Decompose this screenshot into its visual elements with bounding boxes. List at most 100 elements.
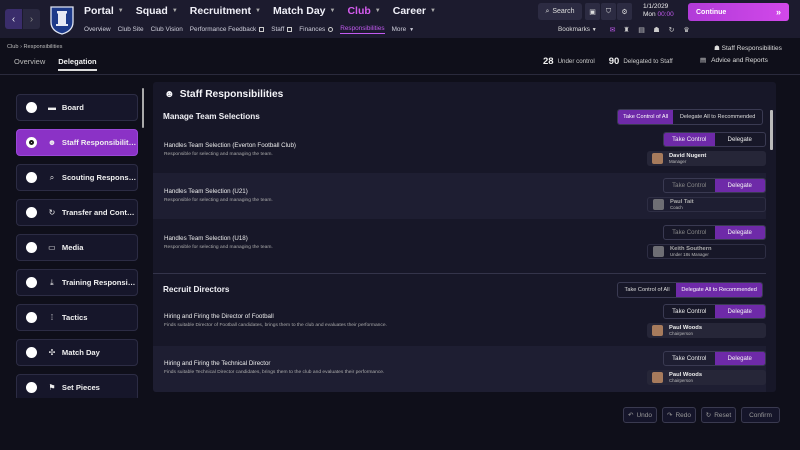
menu-portal[interactable]: Portal ▼ [84, 5, 124, 17]
sidebar-item-scouting[interactable]: ⌕Scouting Responsibilities [16, 164, 138, 191]
tab-delegation[interactable]: Delegation [58, 57, 97, 71]
club-crest-icon[interactable] [47, 4, 77, 35]
reset-button[interactable]: ↻ Reset [701, 407, 736, 423]
breadcrumb-current: Responsibilities [23, 44, 63, 50]
menu-club[interactable]: Club ▼ [347, 5, 380, 17]
tab-overview[interactable]: Overview [14, 57, 45, 71]
chevron-down-icon: ▼ [329, 8, 336, 14]
sidebar-item-tactics[interactable]: ⁞ Tactics [16, 304, 138, 331]
sidebar-item-set-pieces[interactable]: ⚑ Set Pieces [16, 374, 138, 398]
external-link-icon [287, 27, 293, 32]
assigned-person[interactable]: Paul Woods Chairperson [647, 323, 766, 338]
take-control-button[interactable]: Take Control [664, 305, 715, 318]
take-control-button[interactable]: Take Control [664, 226, 715, 239]
take-control-all-button[interactable]: Take Control of All [618, 283, 676, 297]
under-control-count: 28 Under control [543, 56, 595, 67]
menu-career[interactable]: Career ▼ [393, 5, 436, 17]
forward-button[interactable]: › [23, 9, 40, 29]
assigned-person[interactable]: David Nugent Manager [647, 151, 766, 166]
delegate-button[interactable]: Delegate [714, 305, 765, 318]
section-title: Manage Team Selections [163, 112, 260, 121]
sidebar-scrollbar[interactable] [142, 88, 144, 128]
back-button[interactable]: ‹ [5, 9, 22, 29]
undo-button[interactable]: ↶ Undo [623, 407, 657, 423]
radio-button[interactable] [26, 382, 37, 393]
staff-responsibilities-link[interactable]: ☗ Staff Responsibilities [714, 44, 782, 52]
take-control-all-button[interactable]: Take Control of All [618, 110, 674, 124]
submenu-performance-feedback[interactable]: Performance Feedback [190, 25, 265, 34]
chat-icon[interactable]: ✉ [608, 25, 617, 35]
delegation-counts: 28 Under control 90 Delegated to Staff [543, 56, 687, 67]
control-toggle: Take Control Delegate [663, 132, 766, 147]
submenu-finances[interactable]: Finances [299, 25, 334, 34]
take-control-button[interactable]: Take Control [664, 352, 715, 365]
sidebar-item-media[interactable]: ▭ Media [16, 234, 138, 261]
club-button[interactable]: ⛉ [601, 3, 616, 20]
chevron-down-icon: ▼ [171, 8, 178, 14]
sub-menu: Overview Club Site Club Vision Performan… [84, 25, 421, 34]
submenu-responsibilities[interactable]: Responsibilities [340, 25, 385, 34]
table-row: Handles Team Selection (U21) Responsible… [153, 173, 766, 219]
panel-scrollbar[interactable] [770, 110, 773, 150]
radio-button[interactable] [26, 312, 37, 323]
advice-and-reports-button[interactable]: ▤ Advice and Reports [700, 56, 768, 65]
search-button[interactable]: ⌕ Search [538, 3, 582, 20]
confirm-button[interactable]: Confirm [741, 407, 780, 423]
sidebar-item-transfer[interactable]: ↻ Transfer and Contract [16, 199, 138, 226]
inbox-button[interactable]: ▣ [585, 3, 600, 20]
continue-button[interactable]: Continue» [688, 3, 789, 21]
submenu-more[interactable]: More ▼ [392, 25, 415, 34]
delegate-all-button[interactable]: Delegate All to Recommended [673, 110, 762, 124]
redo-button[interactable]: ↷ Redo [662, 407, 696, 423]
sidebar-item-match-day[interactable]: ✣ Match Day [16, 339, 138, 366]
submenu-club-vision[interactable]: Club Vision [151, 25, 183, 34]
submenu-staff[interactable]: Staff [271, 25, 293, 34]
radio-button[interactable] [26, 207, 37, 218]
submenu-overview[interactable]: Overview [84, 25, 111, 34]
trophy-icon[interactable]: ♛ [682, 25, 691, 35]
delegate-button[interactable]: Delegate [715, 133, 766, 146]
sidebar-item-staff-responsibilities[interactable]: ☻ Staff Responsibilities [16, 129, 138, 156]
chevron-left-icon: ‹ [11, 13, 16, 25]
radio-button-selected[interactable] [26, 137, 37, 148]
sync-icon[interactable]: ↻ [667, 25, 676, 35]
assigned-person[interactable]: Paul Tait Coach [647, 197, 766, 212]
assigned-person[interactable]: Keith Southern Under 18s Manager [647, 244, 766, 259]
date-value: 1/1/2029 [643, 3, 669, 10]
take-control-button[interactable]: Take Control [664, 133, 715, 146]
radio-button[interactable] [26, 242, 37, 253]
delegate-button[interactable]: Delegate [714, 226, 765, 239]
bookmarks-dropdown[interactable]: Bookmarks ▼ [558, 26, 597, 33]
delegate-button[interactable]: Delegate [714, 179, 765, 192]
report-icon: ▤ [700, 57, 707, 64]
menu-match-day[interactable]: Match Day ▼ [273, 5, 335, 17]
menu-recruitment[interactable]: Recruitment ▼ [190, 5, 261, 17]
shield-icon: ⛉ [605, 7, 612, 15]
menu-squad[interactable]: Squad ▼ [136, 5, 178, 17]
delegate-all-button[interactable]: Delegate All to Recommended [676, 283, 762, 297]
external-link-icon [259, 27, 265, 32]
chevron-down-icon: ▼ [255, 8, 261, 14]
shirt-icon[interactable]: ♜ [622, 25, 631, 35]
breadcrumb-club[interactable]: Club [7, 44, 19, 50]
submenu-club-site[interactable]: Club Site [118, 25, 144, 34]
settings-button[interactable]: ⚙ [617, 3, 632, 20]
take-control-button[interactable]: Take Control [664, 179, 715, 192]
day-time: Mon 00:00 [643, 11, 674, 18]
people-icon[interactable]: ☗ [652, 25, 661, 35]
chevron-down-icon: ▼ [430, 8, 436, 14]
radio-button[interactable] [26, 277, 37, 288]
table-row: Handles Team Selection (U18) Responsible… [153, 220, 766, 266]
delegate-button[interactable]: Delegate [714, 352, 765, 365]
radio-button[interactable] [26, 102, 37, 113]
match-icon: ✣ [48, 348, 56, 357]
search-icon: ⌕ [545, 7, 550, 15]
radio-button[interactable] [26, 172, 37, 183]
assigned-person[interactable]: Paul Woods Chairperson [647, 370, 766, 385]
tactics-icon: ⁞ [50, 313, 54, 322]
clipboard-icon[interactable]: ▤ [637, 25, 646, 35]
section-divider [153, 273, 766, 274]
sidebar-item-training[interactable]: ⤓Training Responsibilities [16, 269, 138, 296]
sidebar-item-board[interactable]: ▬ Board [16, 94, 138, 121]
radio-button[interactable] [26, 347, 37, 358]
